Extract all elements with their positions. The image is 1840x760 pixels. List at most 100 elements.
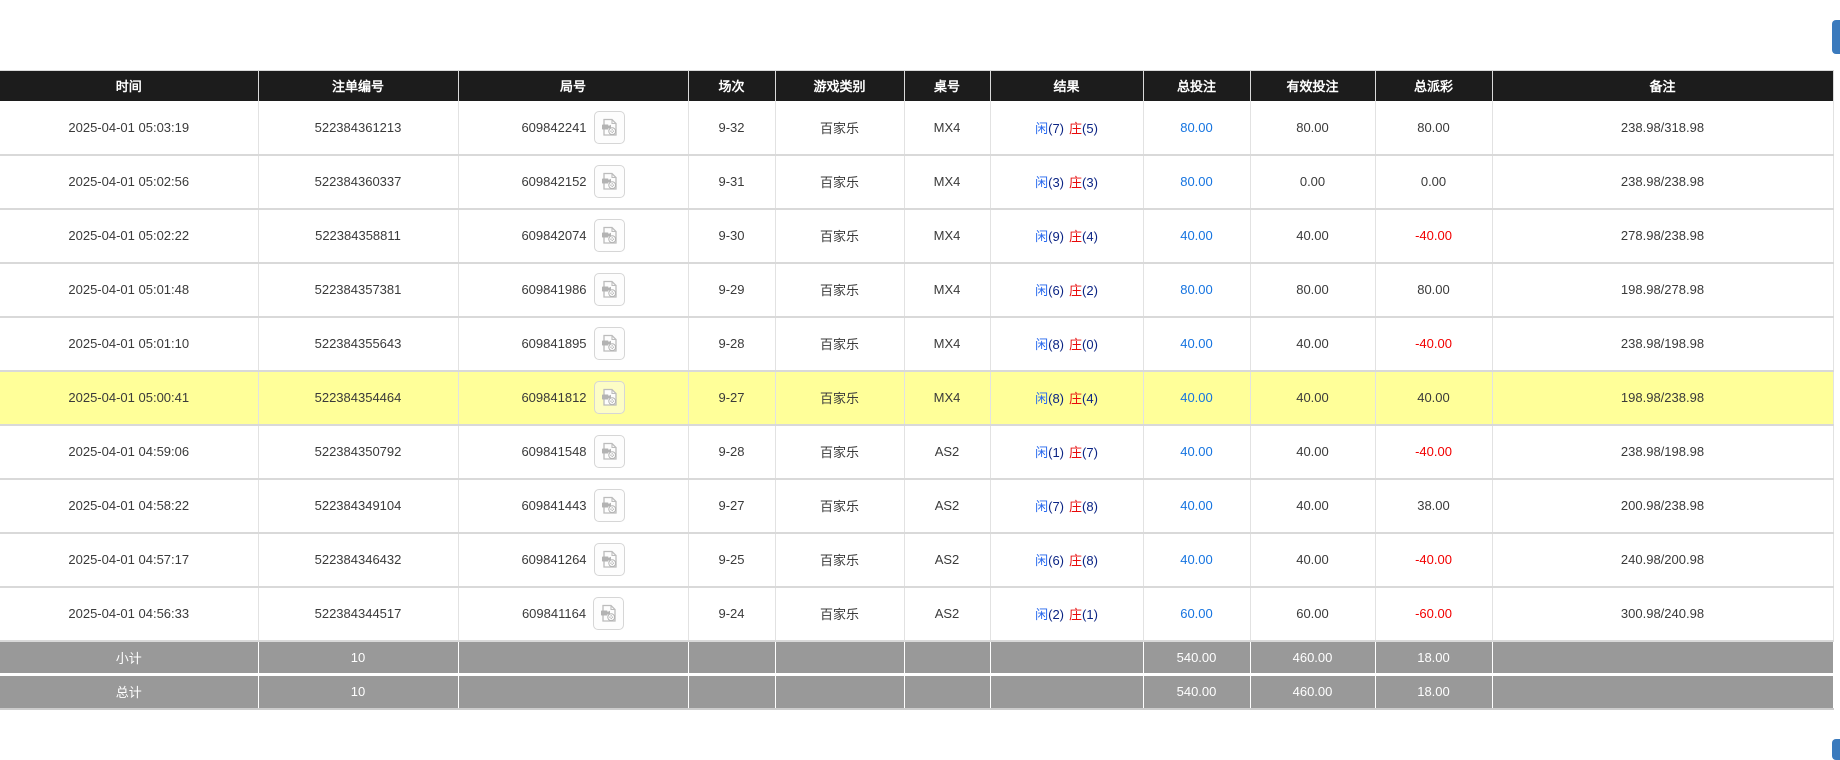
table-row: 2025-04-01 05:03:19 522384361213 6098422… bbox=[0, 100, 1834, 156]
video-replay-button[interactable] bbox=[593, 110, 625, 144]
video-replay-button[interactable] bbox=[593, 165, 625, 198]
video-replay-button[interactable] bbox=[593, 543, 625, 576]
round-number: 609841895 bbox=[521, 336, 587, 351]
table-row: 2025-04-01 05:02:56 522384360337 6098421… bbox=[0, 154, 1834, 210]
video-replay-button[interactable] bbox=[593, 435, 625, 468]
cell-valid-bet: 40.00 bbox=[1250, 370, 1376, 426]
cell-round-no: 609841443 bbox=[458, 478, 689, 534]
result-banker-score: (4) bbox=[1082, 229, 1098, 244]
cell-remark: 238.98/198.98 bbox=[1492, 424, 1834, 480]
cell-game-type: 百家乐 bbox=[775, 208, 905, 264]
result-player-label: 闲 bbox=[1035, 391, 1049, 406]
cell-payout: 40.00 bbox=[1375, 370, 1493, 426]
total-bet-link[interactable]: 80.00 bbox=[1180, 174, 1213, 189]
cell-valid-bet: 60.00 bbox=[1250, 586, 1376, 642]
result-player-score: (6) bbox=[1048, 283, 1064, 298]
cell-remark: 238.98/198.98 bbox=[1492, 316, 1834, 372]
cell-time: 2025-04-01 05:00:41 bbox=[0, 370, 259, 426]
total-bet-link[interactable]: 80.00 bbox=[1180, 282, 1213, 297]
cell-bet-no: 522384354464 bbox=[258, 370, 459, 426]
cell-payout: -40.00 bbox=[1375, 208, 1493, 264]
col-header-result: 结果 bbox=[990, 70, 1144, 101]
result-player-score: (8) bbox=[1048, 391, 1064, 406]
video-file-icon bbox=[601, 550, 618, 569]
result-player-score: (1) bbox=[1048, 445, 1064, 460]
total-bet-link[interactable]: 80.00 bbox=[1180, 120, 1213, 135]
cell-total-bet: 40.00 bbox=[1143, 532, 1251, 588]
col-header-bet-no: 注单编号 bbox=[258, 70, 459, 101]
result-player-label: 闲 bbox=[1035, 607, 1049, 622]
video-file-icon bbox=[601, 118, 618, 137]
total-bet-link[interactable]: 60.00 bbox=[1180, 606, 1213, 621]
result-banker-score: (5) bbox=[1082, 120, 1098, 136]
cell-remark: 198.98/238.98 bbox=[1492, 370, 1834, 426]
video-replay-button[interactable] bbox=[593, 273, 625, 306]
cell-bet-no: 522384344517 bbox=[258, 586, 459, 642]
cell-remark: 300.98/240.98 bbox=[1492, 586, 1834, 642]
cell-result: 闲(9) 庄(4) bbox=[990, 208, 1144, 264]
total-bet-link[interactable]: 40.00 bbox=[1180, 228, 1213, 243]
cell-session: 9-27 bbox=[688, 478, 776, 534]
cell-time: 2025-04-01 04:59:06 bbox=[0, 424, 259, 480]
subtotal-count: 10 bbox=[258, 640, 459, 676]
round-number: 609841264 bbox=[521, 552, 587, 567]
cell-valid-bet: 80.00 bbox=[1250, 100, 1376, 156]
edge-button-bottom[interactable] bbox=[1832, 739, 1840, 760]
result-player-score: (6) bbox=[1048, 553, 1064, 568]
table-row: 2025-04-01 05:02:22 522384358811 6098420… bbox=[0, 208, 1834, 264]
cell-table-no: MX4 bbox=[904, 370, 991, 426]
result-player-label: 闲 bbox=[1035, 553, 1049, 568]
video-replay-button[interactable] bbox=[593, 381, 625, 414]
cell-table-no: MX4 bbox=[904, 100, 991, 156]
total-bet-link[interactable]: 40.00 bbox=[1180, 444, 1213, 459]
video-replay-button[interactable] bbox=[593, 327, 625, 360]
result-banker-score: (4) bbox=[1082, 391, 1098, 406]
cell-game-type: 百家乐 bbox=[775, 154, 905, 210]
video-replay-button[interactable] bbox=[593, 489, 625, 522]
video-replay-button[interactable] bbox=[593, 597, 625, 630]
col-header-valid-bet: 有效投注 bbox=[1250, 70, 1376, 101]
cell-remark: 278.98/238.98 bbox=[1492, 208, 1834, 264]
round-number: 609842074 bbox=[521, 228, 587, 243]
cell-payout: 38.00 bbox=[1375, 478, 1493, 534]
result-player-label: 闲 bbox=[1035, 499, 1049, 514]
cell-result: 闲(3) 庄(3) bbox=[990, 154, 1144, 210]
table-row: 2025-04-01 05:01:10 522384355643 6098418… bbox=[0, 316, 1834, 372]
table-row: 2025-04-01 04:57:17 522384346432 6098412… bbox=[0, 532, 1834, 588]
cell-result: 闲(8) 庄(4) bbox=[990, 370, 1144, 426]
result-banker-label: 庄 bbox=[1069, 175, 1083, 190]
cell-total-bet: 40.00 bbox=[1143, 424, 1251, 480]
cell-total-bet: 40.00 bbox=[1143, 370, 1251, 426]
cell-bet-no: 522384349104 bbox=[258, 478, 459, 534]
video-replay-button[interactable] bbox=[593, 219, 625, 252]
round-number: 609842241 bbox=[521, 119, 587, 135]
total-bet-link[interactable]: 40.00 bbox=[1180, 552, 1213, 567]
cell-remark: 238.98/318.98 bbox=[1492, 100, 1834, 156]
cell-total-bet: 80.00 bbox=[1143, 154, 1251, 210]
total-bet-link[interactable]: 40.00 bbox=[1180, 336, 1213, 351]
cell-game-type: 百家乐 bbox=[775, 262, 905, 318]
result-player-label: 闲 bbox=[1035, 120, 1049, 136]
total-payout: 18.00 bbox=[1375, 674, 1493, 710]
cell-session: 9-29 bbox=[688, 262, 776, 318]
total-bet-link[interactable]: 40.00 bbox=[1180, 498, 1213, 513]
cell-payout: -40.00 bbox=[1375, 532, 1493, 588]
video-file-icon bbox=[601, 334, 618, 353]
total-total-bet: 540.00 bbox=[1143, 674, 1251, 710]
cell-bet-no: 522384360337 bbox=[258, 154, 459, 210]
cell-valid-bet: 40.00 bbox=[1250, 208, 1376, 264]
col-header-remark: 备注 bbox=[1492, 70, 1834, 101]
result-banker-score: (2) bbox=[1082, 283, 1098, 298]
cell-session: 9-31 bbox=[688, 154, 776, 210]
cell-time: 2025-04-01 05:01:48 bbox=[0, 262, 259, 318]
result-banker-label: 庄 bbox=[1069, 120, 1083, 136]
cell-bet-no: 522384346432 bbox=[258, 532, 459, 588]
table-row: 2025-04-01 05:00:41 522384354464 6098418… bbox=[0, 370, 1834, 426]
subtotal-row: 小计 10 540.00 460.00 18.00 bbox=[0, 640, 1834, 676]
edge-button-top[interactable] bbox=[1832, 20, 1840, 54]
cell-total-bet: 40.00 bbox=[1143, 208, 1251, 264]
cell-payout: 80.00 bbox=[1375, 262, 1493, 318]
cell-bet-no: 522384355643 bbox=[258, 316, 459, 372]
col-header-payout: 总派彩 bbox=[1375, 70, 1493, 101]
total-bet-link[interactable]: 40.00 bbox=[1180, 390, 1213, 405]
